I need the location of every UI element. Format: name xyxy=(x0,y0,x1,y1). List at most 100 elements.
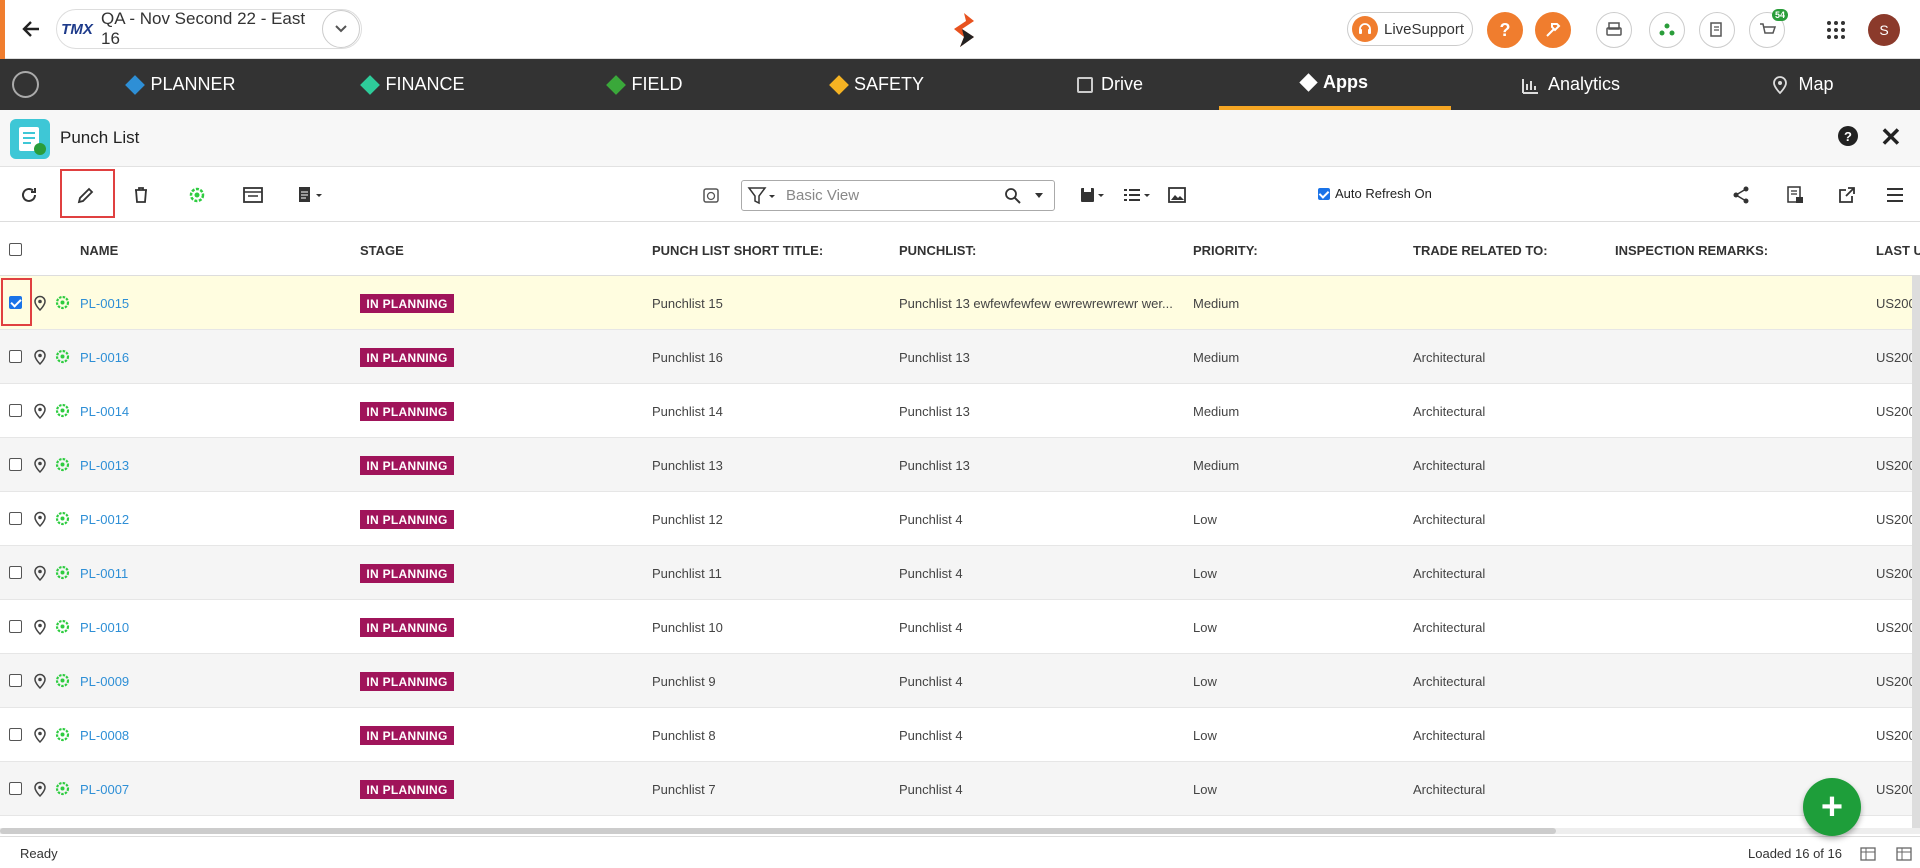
location-pin-icon[interactable] xyxy=(33,349,47,365)
row-checkbox[interactable] xyxy=(9,296,22,309)
row-checkbox[interactable] xyxy=(9,728,22,741)
team-button[interactable] xyxy=(1649,12,1685,48)
help-button[interactable]: ? xyxy=(1487,12,1523,48)
row-name-link[interactable]: PL-0013 xyxy=(80,458,129,473)
nav-apps[interactable]: Apps xyxy=(1219,59,1451,110)
location-pin-icon[interactable] xyxy=(33,457,47,473)
row-name-link[interactable]: PL-0009 xyxy=(80,674,129,689)
row-checkbox[interactable] xyxy=(9,782,22,795)
table-row[interactable]: PL-0008 IN PLANNING Punchlist 8 Punchlist 4… xyxy=(0,708,1920,762)
row-name-link[interactable]: PL-0012 xyxy=(80,512,129,527)
workflow-gear-icon[interactable] xyxy=(54,402,71,419)
back-button[interactable] xyxy=(16,14,46,44)
caret-down-icon[interactable] xyxy=(1034,192,1044,200)
row-name-link[interactable]: PL-0007 xyxy=(80,782,129,797)
table-row[interactable]: PL-0011 IN PLANNING Punchlist 11 Punchlist … xyxy=(0,546,1920,600)
column-header-trade[interactable]: TRADE RELATED TO: xyxy=(1413,243,1548,258)
apps-grid-icon[interactable] xyxy=(1826,20,1846,40)
column-header-last[interactable]: LAST U xyxy=(1876,243,1920,258)
document-menu-button[interactable] xyxy=(294,181,330,209)
filter-icon[interactable] xyxy=(747,186,777,206)
row-name-link[interactable]: PL-0008 xyxy=(80,728,129,743)
help-icon[interactable]: ? xyxy=(1838,126,1858,146)
row-name-link[interactable]: PL-0011 xyxy=(80,566,128,581)
refresh-button[interactable] xyxy=(15,181,43,209)
row-checkbox[interactable] xyxy=(9,566,22,579)
close-icon[interactable]: ✕ xyxy=(1880,122,1902,153)
column-header-remarks[interactable]: INSPECTION REMARKS: xyxy=(1615,243,1768,258)
workflow-gear-icon[interactable] xyxy=(54,780,71,797)
row-name-link[interactable]: PL-0015 xyxy=(80,296,129,311)
view-search[interactable]: Basic View xyxy=(741,180,1055,211)
column-header-priority[interactable]: PRIORITY: xyxy=(1193,243,1258,258)
row-checkbox[interactable] xyxy=(9,404,22,417)
select-all-checkbox[interactable] xyxy=(9,243,22,256)
nav-finance[interactable]: FINANCE xyxy=(298,59,530,110)
workflow-gear-icon[interactable] xyxy=(54,348,71,365)
row-checkbox[interactable] xyxy=(9,620,22,633)
nav-analytics[interactable]: Analytics xyxy=(1454,59,1686,110)
auto-refresh-checkbox[interactable] xyxy=(1318,187,1330,200)
auto-refresh-toggle[interactable]: Auto Refresh On xyxy=(1318,186,1432,201)
save-view-button[interactable] xyxy=(1078,181,1108,209)
avatar[interactable]: S xyxy=(1868,14,1900,46)
columns-button[interactable] xyxy=(1121,181,1153,209)
report-button[interactable] xyxy=(239,181,267,209)
history-button[interactable] xyxy=(697,181,725,209)
image-button[interactable] xyxy=(1163,181,1191,209)
delete-button[interactable] xyxy=(127,181,155,209)
location-pin-icon[interactable] xyxy=(33,727,47,743)
location-pin-icon[interactable] xyxy=(33,403,47,419)
hammer-button[interactable] xyxy=(1535,12,1571,48)
nav-planner[interactable]: PLANNER xyxy=(66,59,298,110)
table-row[interactable]: PL-0014 IN PLANNING Punchlist 14 Punchlist … xyxy=(0,384,1920,438)
sheet-icon[interactable] xyxy=(1860,847,1876,861)
row-checkbox[interactable] xyxy=(9,350,22,363)
row-checkbox[interactable] xyxy=(9,512,22,525)
column-header-stage[interactable]: STAGE xyxy=(360,243,404,258)
project-dropdown-button[interactable] xyxy=(322,10,360,48)
table-row[interactable]: PL-0016 IN PLANNING Punchlist 16 Punchlist … xyxy=(0,330,1920,384)
workflow-button[interactable] xyxy=(183,181,211,209)
row-checkbox[interactable] xyxy=(9,458,22,471)
home-icon[interactable] xyxy=(12,71,39,98)
table-row[interactable]: PL-0007 IN PLANNING Punchlist 7 Punchlist 4… xyxy=(0,762,1920,816)
edit-button[interactable] xyxy=(72,181,100,209)
project-selector[interactable]: TMX QA - Nov Second 22 - East 16 xyxy=(56,9,362,49)
menu-button[interactable] xyxy=(1881,181,1909,209)
row-name-link[interactable]: PL-0010 xyxy=(80,620,129,635)
workflow-gear-icon[interactable] xyxy=(54,618,71,635)
nav-safety[interactable]: SAFETY xyxy=(762,59,994,110)
table-row[interactable]: PL-0009 IN PLANNING Punchlist 9 Punchlist 4… xyxy=(0,654,1920,708)
scrollbar-thumb[interactable] xyxy=(0,828,1556,834)
workflow-gear-icon[interactable] xyxy=(54,672,71,689)
table-row[interactable]: PL-0010 IN PLANNING Punchlist 10 Punchlist … xyxy=(0,600,1920,654)
vertical-scrollbar[interactable] xyxy=(1912,276,1920,828)
location-pin-icon[interactable] xyxy=(33,511,47,527)
add-button[interactable]: + xyxy=(1803,778,1861,836)
location-pin-icon[interactable] xyxy=(33,295,47,311)
tasks-button[interactable]: 54 xyxy=(1749,9,1788,48)
workflow-gear-icon[interactable] xyxy=(54,510,71,527)
workflow-gear-icon[interactable] xyxy=(54,456,71,473)
nav-map[interactable]: Map xyxy=(1686,59,1918,110)
workflow-gear-icon[interactable] xyxy=(54,294,71,311)
column-header-punchlist[interactable]: PUNCHLIST: xyxy=(899,243,976,258)
location-pin-icon[interactable] xyxy=(33,673,47,689)
documents-button[interactable] xyxy=(1699,12,1735,48)
column-header-short-title[interactable]: PUNCH LIST SHORT TITLE: xyxy=(652,243,823,258)
settings-grid-icon[interactable] xyxy=(1896,847,1912,861)
workflow-gear-icon[interactable] xyxy=(54,726,71,743)
export-button[interactable] xyxy=(1781,181,1809,209)
column-header-name[interactable]: NAME xyxy=(80,243,118,258)
search-icon[interactable] xyxy=(1004,187,1022,205)
search-input[interactable]: Basic View xyxy=(786,187,1004,204)
open-external-button[interactable] xyxy=(1833,181,1861,209)
location-pin-icon[interactable] xyxy=(33,781,47,797)
share-button[interactable] xyxy=(1727,181,1755,209)
location-pin-icon[interactable] xyxy=(33,619,47,635)
workflow-gear-icon[interactable] xyxy=(54,564,71,581)
table-row[interactable]: PL-0015 IN PLANNING Punchlist 15 Punchlist … xyxy=(0,276,1920,330)
row-checkbox[interactable] xyxy=(9,674,22,687)
table-row[interactable]: PL-0012 IN PLANNING Punchlist 12 Punchlist … xyxy=(0,492,1920,546)
